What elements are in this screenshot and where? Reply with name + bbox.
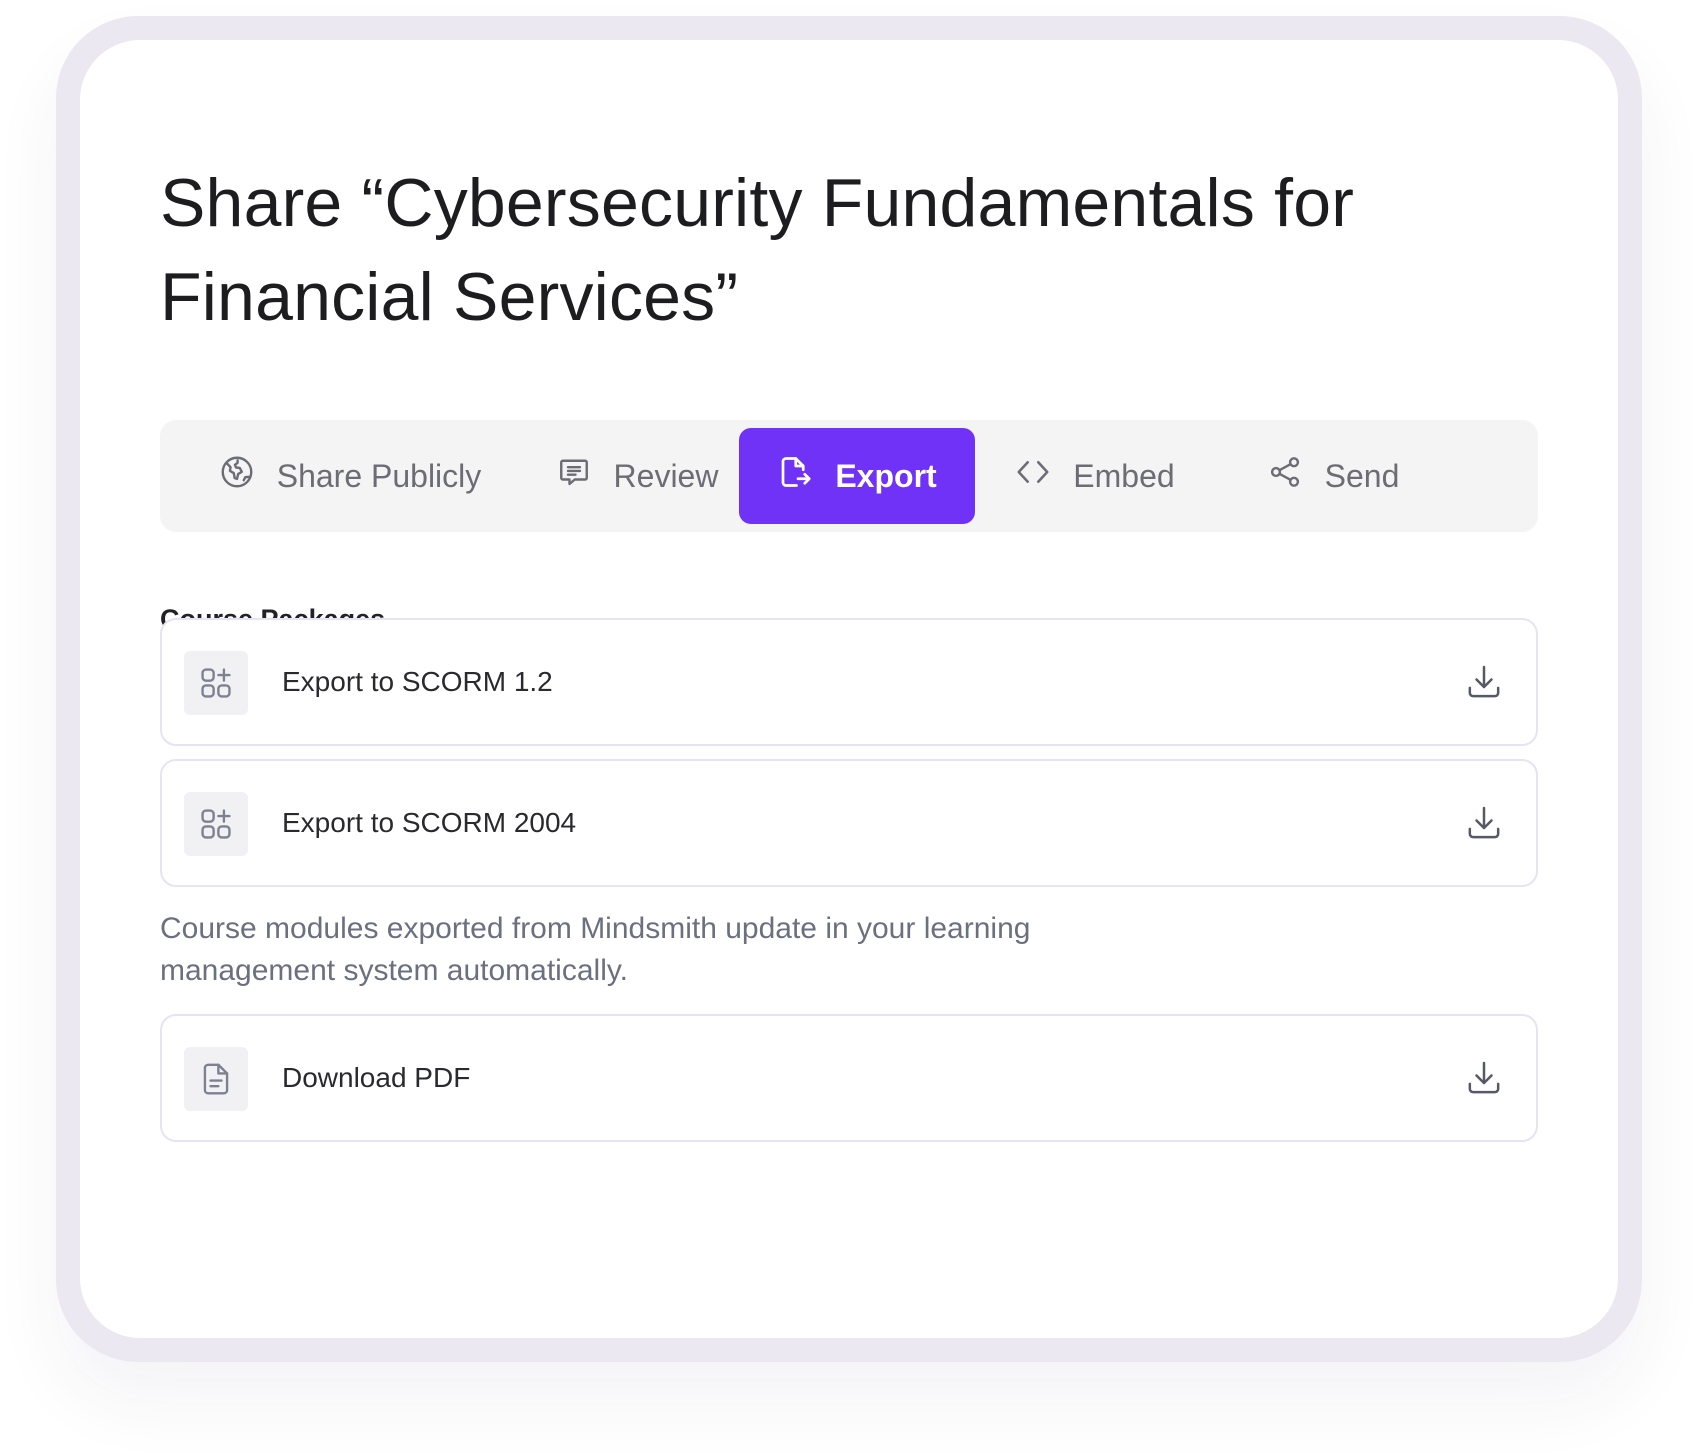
globe-icon bbox=[219, 454, 255, 498]
tab-label: Share Publicly bbox=[276, 457, 482, 494]
row-label: Export to SCORM 1.2 bbox=[282, 666, 553, 697]
apps-add-icon bbox=[184, 651, 248, 715]
export-scorm-12-button[interactable]: Export to SCORM 1.2 bbox=[160, 618, 1538, 746]
tab-label: Send bbox=[1324, 457, 1400, 494]
comment-icon bbox=[556, 454, 592, 498]
download-icon[interactable] bbox=[1464, 1058, 1504, 1098]
sync-note: Course modules exported from Mindsmith u… bbox=[160, 912, 1031, 987]
apps-add-icon bbox=[184, 792, 248, 856]
tab-send[interactable]: Send bbox=[1218, 428, 1448, 524]
tab-export[interactable]: Export bbox=[739, 428, 975, 524]
dialog-title: Share “Cybersecurity Fundamentals for Fi… bbox=[160, 165, 1355, 335]
share-tabs: Share Publicly Review Export Embed Send bbox=[160, 420, 1538, 532]
tab-label: Export bbox=[835, 457, 937, 494]
document-icon bbox=[184, 1047, 248, 1111]
tab-review[interactable]: Review bbox=[522, 428, 752, 524]
export-icon bbox=[777, 454, 813, 498]
tab-share-publicly[interactable]: Share Publicly bbox=[180, 428, 520, 524]
share-dialog: Share “Cybersecurity Fundamentals for Fi… bbox=[80, 40, 1618, 1338]
download-icon[interactable] bbox=[1464, 662, 1504, 702]
tab-embed[interactable]: Embed bbox=[985, 428, 1205, 524]
download-pdf-button[interactable]: Download PDF bbox=[160, 1014, 1538, 1142]
tab-label: Review bbox=[613, 457, 719, 494]
code-icon bbox=[1015, 454, 1051, 498]
download-icon[interactable] bbox=[1464, 803, 1504, 843]
row-label: Download PDF bbox=[282, 1062, 471, 1093]
share-icon bbox=[1267, 454, 1303, 498]
tab-label: Embed bbox=[1073, 457, 1175, 494]
row-label: Export to SCORM 2004 bbox=[282, 807, 577, 838]
export-scorm-2004-button[interactable]: Export to SCORM 2004 bbox=[160, 759, 1538, 887]
